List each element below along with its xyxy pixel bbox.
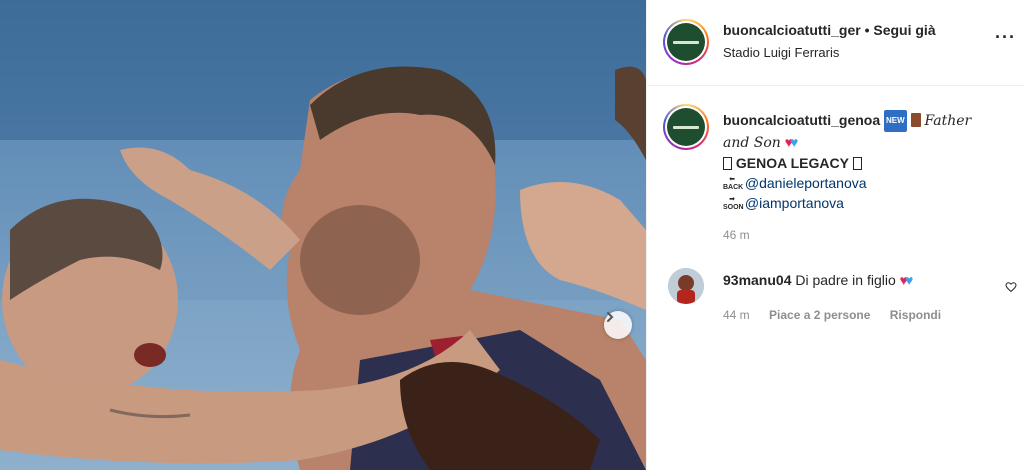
door-icon — [910, 113, 921, 127]
photo-illustration — [0, 0, 646, 470]
account-avatar[interactable] — [663, 19, 709, 65]
location-link[interactable]: Stadio Luigi Ferraris — [723, 45, 839, 60]
follow-status-button[interactable]: Segui già — [873, 22, 935, 38]
comment: 93manu04 Di padre in figlio ♥♥ — [723, 272, 913, 288]
blue-heart-icon: ♥ — [790, 134, 799, 150]
more-options-icon[interactable]: ··· — [995, 28, 1016, 46]
header-title: buoncalcioatutti_ger • Segui già — [723, 22, 936, 38]
comment-timestamp[interactable]: 44 m — [723, 308, 750, 322]
comment-username[interactable]: 93manu04 — [723, 272, 791, 288]
caption-father: Father — [924, 113, 972, 129]
chevron-right-icon — [607, 312, 614, 322]
caption-username[interactable]: buoncalcioatutti_genoa — [723, 112, 880, 128]
mention-iam[interactable]: @iamportanova — [745, 195, 844, 211]
commenter-avatar[interactable] — [668, 268, 704, 304]
caption-and-son: and Son — [723, 135, 781, 151]
separator-dot: • — [864, 22, 870, 38]
reply-button[interactable]: Rispondi — [890, 308, 941, 322]
caption-timestamp[interactable]: 46 m — [723, 228, 750, 242]
caption-avatar[interactable] — [663, 104, 709, 150]
post-photo[interactable] — [0, 0, 646, 470]
missing-glyph-icon — [852, 157, 862, 170]
caption-legacy: GENOA LEGACY — [735, 155, 849, 171]
post-panel: buoncalcioatutti_ger • Segui già Stadio … — [646, 0, 1024, 470]
comment-text: Di padre in figlio — [795, 272, 896, 288]
comment-meta: 44 m Piace a 2 persone Rispondi — [723, 308, 957, 322]
missing-glyph-icon — [723, 157, 732, 170]
comment-likes-link[interactable]: Piace a 2 persone — [769, 308, 870, 322]
new-badge-icon: NEW — [884, 110, 907, 132]
heart-outline-icon — [1005, 282, 1017, 293]
soon-arrow-icon: ➡ SOON — [723, 196, 744, 212]
post-header: buoncalcioatutti_ger • Segui già Stadio … — [647, 0, 1024, 86]
blue-heart-icon: ♥ — [904, 272, 914, 288]
like-comment-button[interactable] — [1005, 280, 1017, 296]
mention-daniele[interactable]: @danieleportanova — [745, 175, 867, 191]
commenter-avatar-image — [668, 268, 704, 304]
next-image-button[interactable] — [604, 311, 632, 339]
header-username[interactable]: buoncalcioatutti_ger — [723, 22, 861, 38]
back-arrow-icon: ⬅ BACK — [723, 176, 744, 192]
post-caption: buoncalcioatutti_genoa NEW Father and So… — [723, 110, 1013, 213]
